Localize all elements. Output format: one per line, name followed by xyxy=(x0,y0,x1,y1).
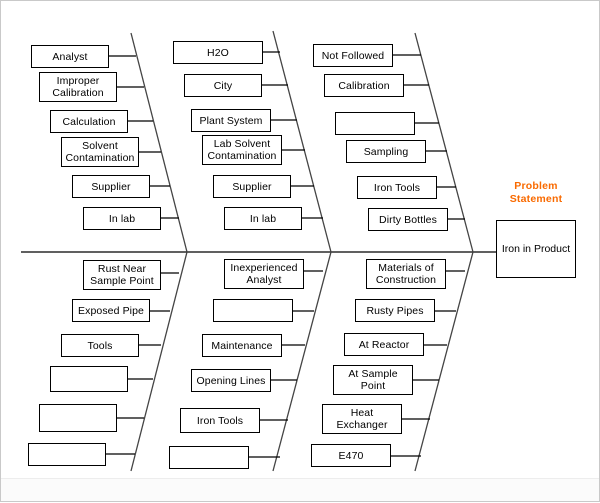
effect-box[interactable]: Iron in Product xyxy=(496,220,576,278)
cause-box[interactable] xyxy=(28,443,106,466)
fishbone-diagram-canvas: Problem Statement Iron in Product Analys… xyxy=(0,0,600,502)
cause-box[interactable]: Calculation xyxy=(50,110,128,133)
cause-box[interactable]: Heat Exchanger xyxy=(322,404,402,434)
cause-box[interactable] xyxy=(169,446,249,469)
cause-box[interactable]: Maintenance xyxy=(202,334,282,357)
cause-box[interactable]: In lab xyxy=(224,207,302,230)
cause-box[interactable] xyxy=(50,366,128,392)
cause-box[interactable]: Plant System xyxy=(191,109,271,132)
cause-box[interactable]: Solvent Contamination xyxy=(61,137,139,167)
cause-box[interactable]: At Sample Point xyxy=(333,365,413,395)
cause-box[interactable]: Rusty Pipes xyxy=(355,299,435,322)
cause-box[interactable]: Iron Tools xyxy=(180,408,260,433)
cause-box[interactable] xyxy=(213,299,293,322)
problem-statement-label: Problem Statement xyxy=(509,180,563,205)
cause-box[interactable]: Supplier xyxy=(213,175,291,198)
cause-box[interactable]: H2O xyxy=(173,41,263,64)
cause-box[interactable]: E470 xyxy=(311,444,391,467)
cause-box[interactable]: At Reactor xyxy=(344,333,424,356)
cause-box[interactable]: Analyst xyxy=(31,45,109,68)
cause-box[interactable]: Inexperienced Analyst xyxy=(224,259,304,289)
cause-box[interactable]: Improper Calibration xyxy=(39,72,117,102)
bottom-band xyxy=(1,478,599,501)
cause-box[interactable]: City xyxy=(184,74,262,97)
cause-box[interactable]: Not Followed xyxy=(313,44,393,67)
cause-box[interactable]: Materials of Construction xyxy=(366,259,446,289)
cause-box[interactable]: Dirty Bottles xyxy=(368,208,448,231)
cause-box[interactable]: Rust Near Sample Point xyxy=(83,260,161,290)
cause-box[interactable]: Iron Tools xyxy=(357,176,437,199)
cause-box[interactable]: Sampling xyxy=(346,140,426,163)
cause-box[interactable] xyxy=(335,112,415,135)
cause-box[interactable]: Calibration xyxy=(324,74,404,97)
cause-box[interactable]: Exposed Pipe xyxy=(72,299,150,322)
cause-box[interactable]: Tools xyxy=(61,334,139,357)
cause-box[interactable]: Opening Lines xyxy=(191,369,271,392)
cause-box[interactable]: Lab Solvent Contamination xyxy=(202,135,282,165)
cause-box[interactable] xyxy=(39,404,117,432)
cause-box[interactable]: Supplier xyxy=(72,175,150,198)
cause-box[interactable]: In lab xyxy=(83,207,161,230)
